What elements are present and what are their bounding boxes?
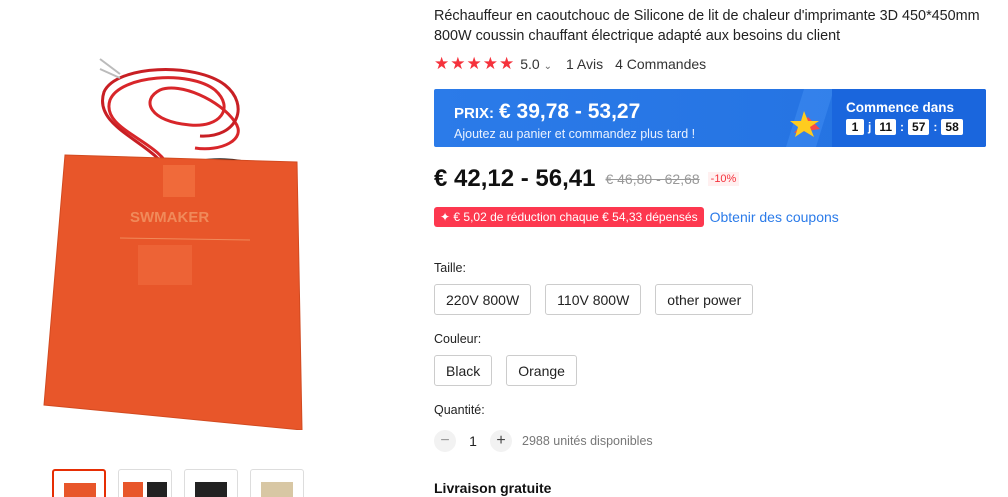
size-options: 220V 800W 110V 800W other power [434,284,754,315]
countdown-timer: 1 j 11 : 57 : 58 [846,119,986,135]
quantity-label: Quantité: [434,403,485,417]
countdown-hours: 11 [875,119,897,135]
countdown-separator: : [933,120,938,134]
thumbnail-pad-beige [261,482,293,497]
star-icon: ★ [450,54,466,73]
size-option-220v[interactable]: 220V 800W [434,284,532,315]
thumbnail-pad-black [195,482,227,497]
current-price: € 42,12 - 56,41 [434,165,596,192]
countdown-label: Commence dans [846,100,955,115]
promo-subtitle: Ajoutez au panier et commandez plus tard… [454,127,696,141]
size-option-other-power[interactable]: other power [655,284,754,315]
promo-price-value: € 39,78 - 53,27 [499,100,641,123]
product-title: Réchauffeur en caoutchouc de Silicone de… [434,8,980,44]
thumbnail-pad-black [147,482,167,497]
product-main-image[interactable]: SWMAKER [20,30,320,430]
coupon-row: ✦ € 5,02 de réduction chaque € 54,33 dép… [434,207,839,227]
original-price: € 46,80 - 62,68 [605,171,700,187]
star-rating: ★ ★ ★ ★ ★ [434,55,514,72]
thumbnail-2[interactable] [118,469,172,497]
thumbnail-4[interactable] [250,469,304,497]
countdown-seconds: 58 [941,119,963,135]
chevron-down-icon: ⌄ [543,60,552,72]
countdown-days-unit: j [868,120,872,134]
reviews-link[interactable]: 1 Avis [566,56,603,72]
size-option-110v[interactable]: 110V 800W [545,284,642,315]
countdown-panel: Commence dans 1 j 11 : 57 : 58 [832,89,986,147]
star-icon: ★ [482,54,498,73]
orders-count: 4 Commandes [615,55,707,72]
color-label: Couleur: [434,332,482,346]
image-brand-text: SWMAKER [130,209,209,226]
countdown-days: 1 [846,119,864,135]
thumbnail-3[interactable] [184,469,238,497]
thumbnail-pad-orange [123,482,143,497]
price-row: € 42,12 - 56,41 € 46,80 - 62,68 -10% [434,165,740,193]
get-coupons-link[interactable]: Obtenir des coupons [710,209,839,225]
quantity-decrement-button[interactable]: − [434,430,456,452]
product-gallery: SWMAKER [0,0,420,497]
discount-badge: -10% [707,172,740,186]
quantity-stepper: − 1 + 2988 unités disponibles [434,430,653,452]
stock-available: 2988 unités disponibles [522,434,653,448]
quantity-input[interactable]: 1 [456,433,490,449]
rating-row: ★ ★ ★ ★ ★ 5.0 ⌄ 1 Avis 4 Commandes [434,55,706,72]
thumbnail-pad-orange [64,483,96,497]
rating-value[interactable]: 5.0 ⌄ [520,56,552,72]
coupon-badge: ✦ € 5,02 de réduction chaque € 54,33 dép… [434,207,704,227]
free-shipping-label: Livraison gratuite [434,480,552,496]
countdown-separator: : [900,120,905,134]
star-icon: ★ [499,54,515,73]
color-options: Black Orange [434,355,577,386]
star-icon: ★ [434,54,450,73]
countdown-minutes: 57 [908,119,930,135]
color-option-orange[interactable]: Orange [506,355,577,386]
color-option-black[interactable]: Black [434,355,493,386]
promo-banner: PRIX: € 39,78 - 53,27 Ajoutez au panier … [434,89,986,147]
promo-price-label: PRIX: [454,105,495,122]
thumbnail-1[interactable] [52,469,106,497]
size-label: Taille: [434,261,466,275]
star-icon: ★ [466,54,482,73]
quantity-increment-button[interactable]: + [490,430,512,452]
thumbnail-strip [52,469,304,497]
promo-price-block: PRIX: € 39,78 - 53,27 Ajoutez au panier … [454,100,695,141]
